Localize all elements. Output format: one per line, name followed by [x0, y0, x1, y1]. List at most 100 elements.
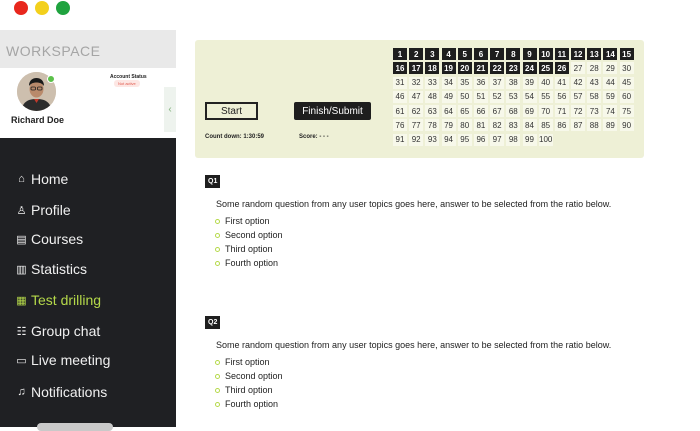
question-number-button[interactable]: 16 — [393, 62, 407, 75]
question-number-button[interactable]: 60 — [619, 90, 634, 103]
question-number-button[interactable]: 41 — [554, 76, 569, 89]
question-number-button[interactable]: 13 — [587, 48, 602, 60]
question-number-button[interactable]: 81 — [473, 119, 488, 132]
radio-icon[interactable] — [215, 401, 220, 407]
answer-option[interactable]: Fourth option — [215, 397, 635, 411]
maximize-window-dot[interactable] — [56, 1, 70, 15]
question-number-button[interactable]: 18 — [425, 62, 440, 75]
question-number-button[interactable]: 11 — [554, 48, 569, 60]
question-number-button[interactable]: 10 — [538, 48, 553, 60]
radio-icon[interactable] — [215, 246, 220, 252]
question-number-button[interactable]: 33 — [425, 76, 440, 89]
question-number-button[interactable]: 70 — [538, 105, 553, 118]
sidebar-item-live-meeting[interactable]: ▭ Live meeting — [15, 352, 110, 368]
question-number-button[interactable]: 56 — [554, 90, 569, 103]
question-number-button[interactable]: 24 — [522, 62, 537, 75]
sidebar-item-courses[interactable]: ▤ Courses — [15, 231, 83, 247]
question-number-button[interactable]: 68 — [506, 105, 521, 118]
radio-icon[interactable] — [215, 232, 220, 238]
question-number-button[interactable]: 39 — [522, 76, 537, 89]
question-number-button[interactable]: 84 — [522, 119, 537, 132]
question-number-button[interactable]: 79 — [441, 119, 456, 132]
question-number-button[interactable]: 94 — [441, 133, 456, 146]
question-number-button[interactable]: 2 — [409, 48, 424, 60]
question-number-button[interactable]: 4 — [441, 48, 456, 60]
answer-option[interactable]: Second option — [215, 369, 635, 383]
question-number-button[interactable]: 65 — [457, 105, 472, 118]
question-number-button[interactable]: 46 — [393, 90, 407, 103]
question-number-button[interactable]: 21 — [473, 62, 488, 75]
question-number-button[interactable]: 6 — [473, 48, 488, 60]
sidebar-item-statistics[interactable]: ▥ Statistics — [15, 261, 87, 277]
question-number-button[interactable]: 96 — [473, 133, 488, 146]
question-number-button[interactable]: 55 — [538, 90, 553, 103]
question-number-button[interactable]: 69 — [522, 105, 537, 118]
sidebar-item-group-chat[interactable]: ☷ Group chat — [15, 323, 101, 339]
question-number-button[interactable]: 64 — [441, 105, 456, 118]
question-number-button[interactable]: 20 — [457, 62, 472, 75]
question-number-button[interactable]: 34 — [441, 76, 456, 89]
question-number-button[interactable]: 73 — [587, 105, 602, 118]
question-number-button[interactable]: 19 — [441, 62, 456, 75]
question-number-button[interactable]: 78 — [425, 119, 440, 132]
question-number-button[interactable]: 75 — [619, 105, 634, 118]
close-window-dot[interactable] — [14, 1, 28, 15]
question-number-button[interactable]: 27 — [571, 62, 586, 75]
question-number-button[interactable]: 52 — [490, 90, 505, 103]
question-number-button[interactable]: 67 — [490, 105, 505, 118]
question-number-button[interactable]: 76 — [393, 119, 407, 132]
question-number-button[interactable]: 80 — [457, 119, 472, 132]
question-number-button[interactable]: 30 — [619, 62, 634, 75]
question-number-button[interactable]: 53 — [506, 90, 521, 103]
question-number-button[interactable]: 97 — [490, 133, 505, 146]
question-number-button[interactable]: 77 — [409, 119, 424, 132]
question-number-button[interactable]: 57 — [571, 90, 586, 103]
question-number-button[interactable]: 23 — [506, 62, 521, 75]
question-number-button[interactable]: 88 — [587, 119, 602, 132]
question-number-button[interactable]: 25 — [538, 62, 553, 75]
question-number-button[interactable]: 1 — [393, 48, 407, 60]
question-number-button[interactable]: 40 — [538, 76, 553, 89]
question-number-button[interactable]: 31 — [393, 76, 407, 89]
question-number-button[interactable]: 32 — [409, 76, 424, 89]
question-number-button[interactable]: 22 — [490, 62, 505, 75]
question-number-button[interactable]: 44 — [603, 76, 618, 89]
question-number-button[interactable]: 89 — [603, 119, 618, 132]
question-number-button[interactable]: 48 — [425, 90, 440, 103]
question-number-button[interactable]: 17 — [409, 62, 424, 75]
radio-icon[interactable] — [215, 260, 220, 266]
question-number-button[interactable]: 92 — [409, 133, 424, 146]
answer-option[interactable]: Second option — [215, 228, 635, 242]
question-number-button[interactable]: 95 — [457, 133, 472, 146]
question-number-button[interactable]: 3 — [425, 48, 440, 60]
radio-icon[interactable] — [215, 359, 220, 365]
question-number-button[interactable]: 99 — [522, 133, 537, 146]
question-number-button[interactable]: 100 — [538, 133, 553, 146]
question-number-button[interactable]: 74 — [603, 105, 618, 118]
question-number-button[interactable]: 71 — [554, 105, 569, 118]
answer-option[interactable]: Fourth option — [215, 256, 635, 270]
question-number-button[interactable]: 36 — [473, 76, 488, 89]
question-number-button[interactable]: 93 — [425, 133, 440, 146]
question-number-button[interactable]: 91 — [393, 133, 407, 146]
question-number-button[interactable]: 98 — [506, 133, 521, 146]
question-number-button[interactable]: 14 — [603, 48, 618, 60]
sidebar-item-home[interactable]: ⌂ Home — [15, 171, 68, 187]
radio-icon[interactable] — [215, 218, 220, 224]
question-number-button[interactable]: 9 — [522, 48, 537, 60]
question-number-button[interactable]: 61 — [393, 105, 407, 118]
question-number-button[interactable]: 7 — [490, 48, 505, 60]
question-number-button[interactable]: 54 — [522, 90, 537, 103]
question-number-button[interactable]: 26 — [554, 62, 569, 75]
question-number-button[interactable]: 43 — [587, 76, 602, 89]
question-number-button[interactable]: 85 — [538, 119, 553, 132]
sidebar-item-test-drilling[interactable]: ▦ Test drilling — [15, 292, 101, 308]
radio-icon[interactable] — [215, 373, 220, 379]
sidebar-scroll-handle[interactable] — [37, 423, 113, 431]
question-number-button[interactable]: 35 — [457, 76, 472, 89]
question-number-button[interactable]: 38 — [506, 76, 521, 89]
question-number-button[interactable]: 86 — [554, 119, 569, 132]
question-number-button[interactable]: 72 — [571, 105, 586, 118]
question-number-button[interactable]: 8 — [506, 48, 521, 60]
question-number-button[interactable]: 12 — [571, 48, 586, 60]
